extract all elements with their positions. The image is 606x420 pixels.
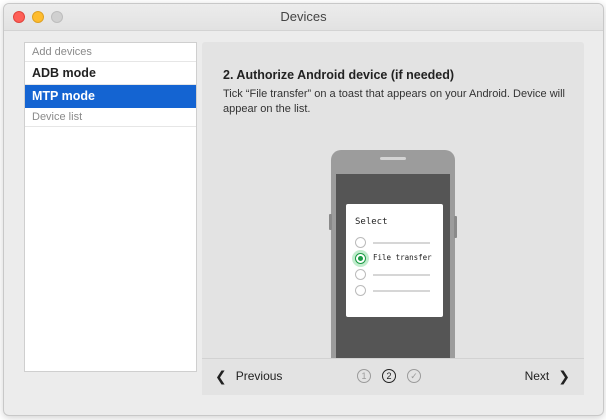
- previous-label: Previous: [235, 369, 283, 383]
- chevron-left-icon: ❮: [215, 368, 227, 384]
- step-heading: 2. Authorize Android device (if needed): [223, 68, 455, 82]
- sidebar-section-device-list: Device list: [25, 108, 196, 127]
- step-indicator: 1 2 ✓: [357, 369, 421, 383]
- main-panel: 2. Authorize Android device (if needed) …: [202, 42, 584, 395]
- dialog-option-selected: File transfer: [355, 253, 435, 265]
- sidebar-item-mtp-mode[interactable]: MTP mode: [25, 85, 196, 108]
- wizard-footer: ❮ Previous 1 2 ✓ Next ❯: [202, 358, 584, 395]
- usb-mode-dialog: Select File transfer: [346, 204, 443, 317]
- chevron-right-icon: ❯: [558, 368, 570, 384]
- dialog-option: [355, 285, 435, 297]
- title-bar: Devices: [4, 4, 603, 31]
- devices-window: Devices Add devices ADB mode MTP mode De…: [3, 3, 604, 416]
- dialog-title: Select: [355, 217, 388, 227]
- step-description: Tick “File transfer” on a toast that app…: [223, 88, 565, 115]
- radio-icon: [355, 269, 366, 280]
- phone-speaker: [380, 157, 406, 160]
- step-2-indicator: 2: [382, 369, 396, 383]
- window-title: Devices: [280, 9, 327, 24]
- sidebar-section-add-devices: Add devices: [25, 43, 196, 62]
- phone-side-button: [329, 214, 332, 230]
- phone-side-button: [454, 216, 457, 238]
- radio-icon: [355, 285, 366, 296]
- next-label: Next: [524, 369, 550, 383]
- sidebar-item-adb-mode[interactable]: ADB mode: [25, 62, 196, 85]
- radio-selected-icon: [355, 253, 366, 264]
- radio-icon: [355, 237, 366, 248]
- phone-screen: Select File transfer: [336, 174, 450, 362]
- option-placeholder-line: [373, 242, 430, 244]
- option-label: File transfer: [373, 253, 432, 262]
- phone-illustration: Select File transfer: [329, 150, 457, 362]
- step-done-check-icon: ✓: [407, 369, 421, 383]
- previous-button[interactable]: ❮ Previous: [215, 369, 282, 383]
- option-placeholder-line: [373, 274, 430, 276]
- sidebar: Add devices ADB mode MTP mode Device lis…: [24, 42, 197, 372]
- option-placeholder-line: [373, 290, 430, 292]
- next-button[interactable]: Next ❯: [525, 369, 570, 383]
- dialog-option: [355, 269, 435, 281]
- step-1-indicator: 1: [357, 369, 371, 383]
- dialog-option: [355, 237, 435, 249]
